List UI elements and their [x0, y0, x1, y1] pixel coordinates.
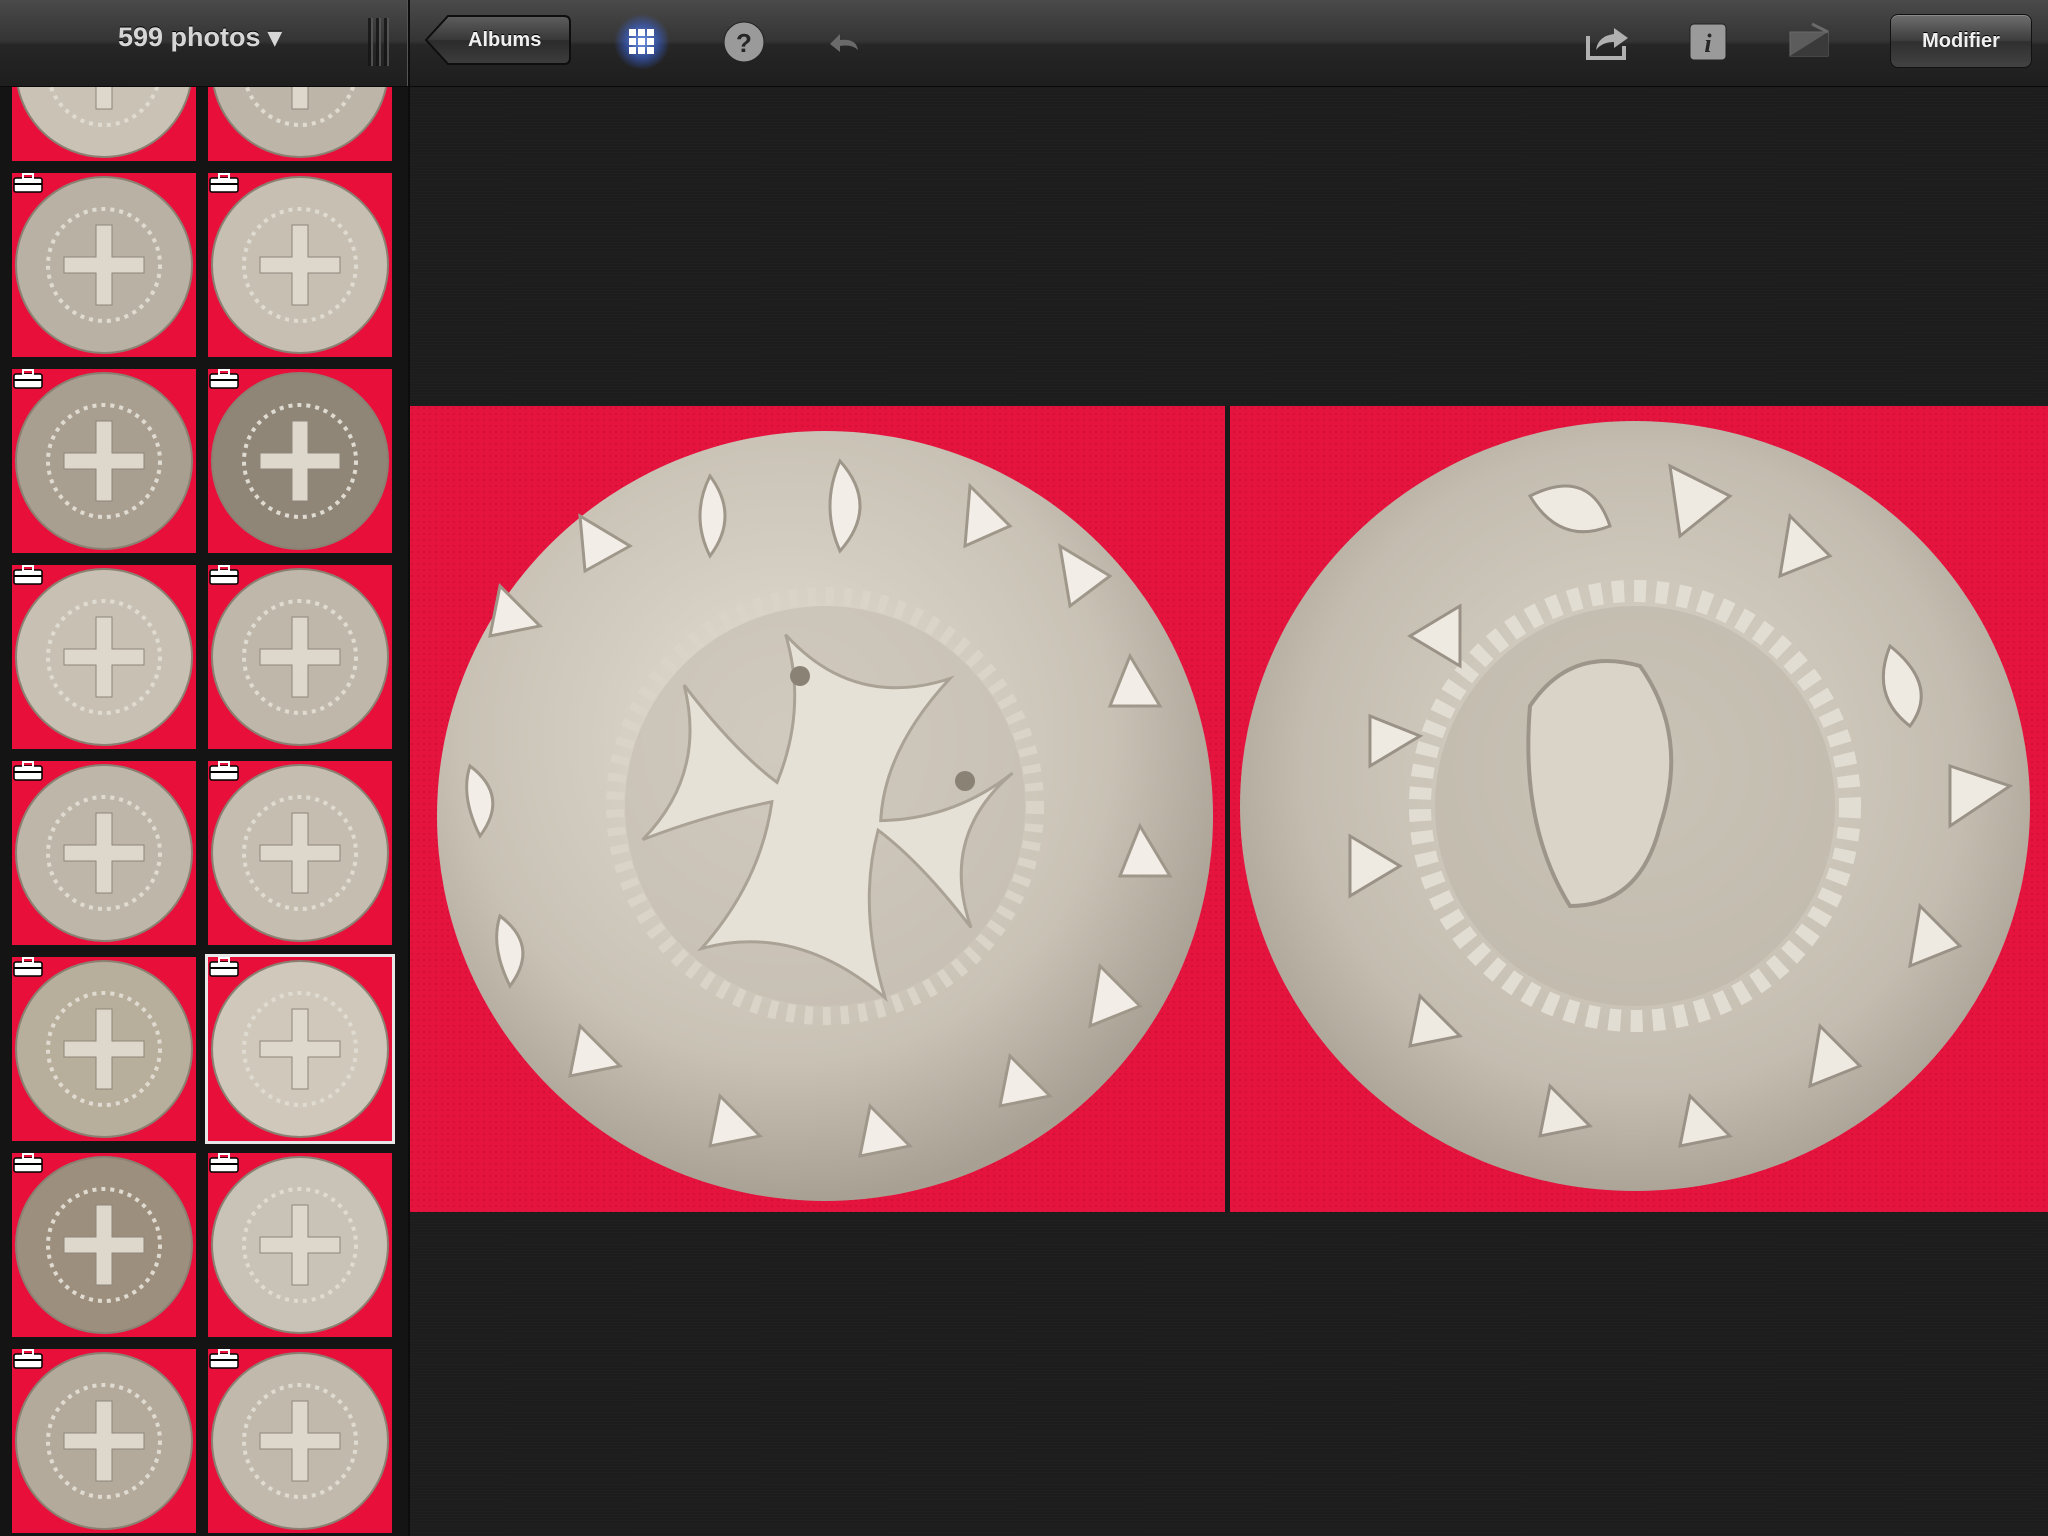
photo-thumbnail[interactable] — [208, 87, 392, 161]
coin-thumbnail-image — [211, 568, 389, 746]
photo-thumbnail[interactable] — [12, 761, 196, 945]
thumbnail-sidebar[interactable] — [0, 87, 410, 1536]
resize-grip-icon[interactable] — [368, 18, 392, 66]
svg-text:?: ? — [736, 28, 752, 58]
coin-thumbnail-image — [15, 764, 193, 942]
undo-icon[interactable] — [816, 14, 872, 70]
coin-thumbnail-image — [211, 1156, 389, 1334]
briefcase-icon — [13, 1153, 43, 1173]
briefcase-icon — [13, 957, 43, 977]
info-icon[interactable]: i — [1680, 14, 1736, 70]
photo-thumbnail[interactable] — [208, 565, 392, 749]
photo-thumbnail[interactable] — [12, 1349, 196, 1533]
main-photo[interactable] — [410, 406, 2048, 1212]
coin-thumbnail-image — [211, 176, 389, 354]
photo-thumbnail[interactable] — [12, 565, 196, 749]
photo-divider — [1225, 406, 1230, 1212]
briefcase-icon — [209, 565, 239, 585]
briefcase-icon — [209, 761, 239, 781]
photo-thumbnail[interactable] — [208, 173, 392, 357]
coin-thumbnail-image — [15, 1352, 193, 1530]
briefcase-icon — [13, 173, 43, 193]
briefcase-icon — [209, 1153, 239, 1173]
photo-thumbnail[interactable] — [12, 369, 196, 553]
briefcase-icon — [13, 565, 43, 585]
photo-thumbnail[interactable] — [208, 1349, 392, 1533]
photo-count-menu[interactable]: 599 photos ▾ — [118, 22, 282, 53]
photo-count-area: 599 photos ▾ — [0, 0, 410, 86]
grid-icon[interactable] — [614, 14, 670, 70]
coin-thumbnail-image — [16, 87, 192, 158]
coin-thumbnail-image — [15, 568, 193, 746]
coin-thumbnail-image — [15, 1156, 193, 1334]
photo-viewer[interactable] — [410, 87, 2048, 1536]
coin-thumbnail-image — [211, 372, 389, 550]
adjust-icon[interactable] — [1782, 14, 1838, 70]
edit-button[interactable]: Modifier — [1890, 14, 2032, 68]
photo-thumbnail[interactable] — [12, 87, 196, 161]
coin-thumbnail-image — [211, 764, 389, 942]
photo-thumbnail[interactable] — [12, 957, 196, 1141]
photo-thumbnail[interactable] — [208, 369, 392, 553]
photo-thumbnail[interactable] — [208, 1153, 392, 1337]
briefcase-icon — [13, 369, 43, 389]
albums-back-button[interactable]: Albums — [424, 14, 572, 66]
coin-reverse — [1240, 421, 2030, 1191]
coin-obverse — [437, 431, 1213, 1201]
briefcase-icon — [13, 761, 43, 781]
coin-thumbnail-image — [15, 176, 193, 354]
briefcase-icon — [209, 173, 239, 193]
photo-thumbnail[interactable] — [12, 1153, 196, 1337]
coin-thumbnail-image — [15, 372, 193, 550]
share-icon[interactable] — [1580, 14, 1636, 70]
toolbar: 599 photos ▾ Albums ? i Modifier — [0, 0, 2048, 87]
photo-thumbnail[interactable] — [12, 173, 196, 357]
coin-thumbnail-image — [211, 960, 389, 1138]
briefcase-icon — [209, 1349, 239, 1369]
edit-button-label: Modifier — [1922, 30, 2000, 52]
briefcase-icon — [209, 957, 239, 977]
photo-thumbnail[interactable] — [208, 761, 392, 945]
photo-thumbnail[interactable] — [205, 954, 395, 1144]
briefcase-icon — [209, 369, 239, 389]
coin-thumbnail-image — [212, 87, 388, 158]
coin-thumbnail-image — [211, 1352, 389, 1530]
svg-text:i: i — [1704, 29, 1712, 58]
help-icon[interactable]: ? — [716, 14, 772, 70]
coin-thumbnail-image — [15, 960, 193, 1138]
briefcase-icon — [13, 1349, 43, 1369]
back-button-label: Albums — [468, 29, 542, 51]
